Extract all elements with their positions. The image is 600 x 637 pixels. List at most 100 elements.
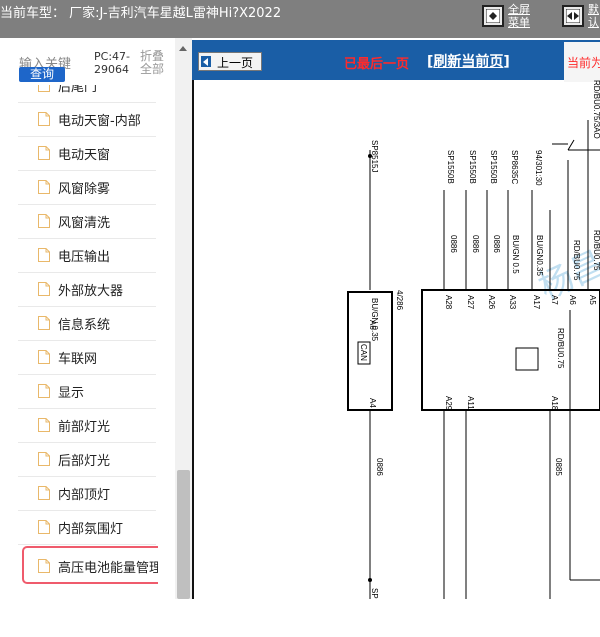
current-page-indicator: 当前为 — [564, 42, 600, 82]
wire-code-5: 94/301:30 — [534, 150, 543, 186]
default-label-line2: 认 — [588, 16, 599, 29]
default-view-label: 默 认 — [588, 3, 599, 29]
bottom-code: 0885 — [554, 458, 563, 476]
fullscreen-label-line1: 全屏 — [508, 3, 530, 16]
vertical-wire-3: RD/BU0.75 — [572, 240, 581, 281]
wire-code-2: SP1550B — [468, 150, 477, 184]
left-arrow-icon — [201, 56, 211, 67]
pin-left-bottom: A4 — [368, 398, 377, 408]
tree-item-label: 内部氛围灯 — [58, 522, 124, 537]
tree-item-label: 外部放大器 — [58, 284, 124, 299]
wiring-diagram-svg: 杨昌 SP1550B SP1550B SP1550B SP8635C 94/30… — [347, 80, 600, 599]
pin-top-1: A28 — [444, 295, 453, 310]
vertical-wire-2: BU/GN0.35 — [535, 235, 544, 276]
tree-item-label: 信息系统 — [58, 318, 111, 333]
fullscreen-menu-label: 全屏 菜单 — [508, 3, 530, 29]
tree-item-hv-battery-energy[interactable]: 高压电池能量管理 — [22, 546, 158, 584]
wire-code-3: SP1550B — [489, 150, 498, 184]
document-icon — [38, 418, 50, 432]
tree-item-dome-light[interactable]: 内部顶灯 — [18, 476, 156, 511]
tree-item-front-lighting[interactable]: 前部灯光 — [18, 408, 156, 443]
refresh-page-link[interactable]: [刷新当前页] — [427, 51, 510, 71]
sidebar-scrollbar[interactable] — [175, 38, 192, 599]
prev-page-button[interactable]: 上一页 — [198, 52, 262, 71]
tree-item-label: 风窗清洗 — [58, 216, 111, 231]
tree-item-label: 显示 — [58, 386, 85, 401]
collapse-all-button[interactable]: 折叠全部 — [140, 50, 168, 76]
current-vehicle-title: 当前车型： 厂家:J-吉利汽车星越L雷神Hi?X2022 — [0, 6, 282, 21]
wiring-diagram: 杨昌 SP1550B SP1550B SP1550B SP8635C 94/30… — [192, 80, 600, 599]
connector-left-label: 4/286 — [395, 290, 404, 311]
pin-bottom-1: A29 — [444, 396, 453, 411]
document-icon — [38, 180, 50, 194]
pc-code: PC:47-29064 — [94, 50, 130, 76]
document-icon — [38, 214, 50, 228]
tree-item-rear-tailgate[interactable]: 后尾门 — [18, 85, 156, 103]
module-wire-label: RD/BU0.75 — [556, 328, 565, 369]
tree-item-ambient-light[interactable]: 内部氛围灯 — [18, 510, 156, 545]
expand-icon — [562, 5, 584, 27]
document-icon — [38, 282, 50, 296]
current-page-label: 当前为 — [567, 56, 600, 70]
document-icon — [38, 248, 50, 262]
refresh-label: 刷新当前页 — [433, 54, 504, 70]
pin-top-3: A26 — [487, 295, 496, 310]
vertical-wire-1: BU/GN 0.5 — [511, 235, 520, 274]
tree-item-label: 内部顶灯 — [58, 488, 111, 503]
tree-item-label: 高压电池能量管理 — [58, 561, 158, 576]
tree-item-telematics[interactable]: 车联网 — [18, 340, 156, 375]
tree-list: 后尾门 电动天窗-内部 电动天窗 风窗除雾 风窗清洗 电压输出 外部放大器 信息… — [18, 85, 158, 637]
tree-item-defog[interactable]: 风窗除雾 — [18, 170, 156, 205]
tree-item-label: 车联网 — [58, 352, 98, 367]
tree-item-rear-lighting[interactable]: 后部灯光 — [18, 442, 156, 477]
pin-bottom-3: A18 — [550, 396, 559, 411]
mid-code-3: 0886 — [492, 235, 501, 253]
document-icon — [38, 85, 50, 92]
tree-item-voltage-output[interactable]: 电压输出 — [18, 238, 156, 273]
wire-code-4: SP8635C — [510, 150, 519, 184]
tree-item-label: 电动天窗 — [58, 148, 111, 163]
tree-item-sunroof[interactable]: 电动天窗 — [18, 136, 156, 171]
wire-code-6: RD/BU0.75/3AO — [592, 80, 600, 139]
pin-top-7: A6 — [568, 295, 577, 305]
prev-page-label: 上一页 — [217, 56, 254, 70]
left-bottom-code: 0886 — [375, 458, 384, 476]
pin-bottom-2: A11 — [466, 396, 475, 410]
tree-item-label: 后尾门 — [58, 85, 98, 95]
search-button[interactable]: 查询 — [19, 67, 65, 82]
document-icon — [38, 452, 50, 466]
tree-item-label: 后部灯光 — [58, 454, 111, 469]
mid-code-2: 0886 — [471, 235, 480, 253]
scroll-up-arrow-icon[interactable] — [179, 46, 187, 51]
document-icon — [38, 112, 50, 126]
mid-code-1: 0886 — [449, 235, 458, 253]
document-icon — [38, 384, 50, 398]
tree-item-label: 风窗除雾 — [58, 182, 111, 197]
last-page-notice: 已最后一页 — [344, 57, 410, 72]
tree-item-label: 电动天窗-内部 — [58, 114, 141, 129]
tree-item-external-amplifier[interactable]: 外部放大器 — [18, 272, 156, 307]
document-icon — [38, 520, 50, 534]
document-icon — [38, 559, 50, 573]
pin-top-8: A5 — [588, 295, 597, 305]
pin-top-4: A33 — [508, 295, 517, 310]
pin-top-2: A27 — [466, 295, 475, 310]
tree-item-display[interactable]: 显示 — [18, 374, 156, 409]
wire-code-1: SP1550B — [446, 150, 455, 184]
sidebar: 输入关键 查询 PC:47-29064 折叠全部 后尾门 电动天窗-内部 电动天… — [0, 38, 192, 599]
page-nav-bar: 上一页 已最后一页 [刷新当前页] 当前为 — [192, 40, 600, 82]
document-icon — [38, 350, 50, 364]
fullscreen-label-line2: 菜单 — [508, 16, 530, 29]
scroll-thumb[interactable] — [177, 470, 190, 599]
tree-item-infotainment[interactable]: 信息系统 — [18, 306, 156, 341]
sp-bottom-label: SP — [370, 588, 379, 599]
tree-item-washer[interactable]: 风窗清洗 — [18, 204, 156, 239]
tree-item-sunroof-internal[interactable]: 电动天窗-内部 — [18, 102, 156, 137]
tree-item-label: 电压输出 — [58, 250, 111, 265]
pin-top-6: A7 — [550, 295, 559, 305]
top-bar: 当前车型： 厂家:J-吉利汽车星越L雷神Hi?X2022 全屏 菜单 默 认 — [0, 0, 600, 38]
vertical-wire-4: RD/BU0.75 — [592, 230, 600, 271]
diagram-viewer: 上一页 已最后一页 [刷新当前页] 当前为 杨昌 SP1550B SP1550B… — [192, 38, 600, 599]
document-icon — [38, 146, 50, 160]
fullscreen-icon — [482, 5, 504, 27]
